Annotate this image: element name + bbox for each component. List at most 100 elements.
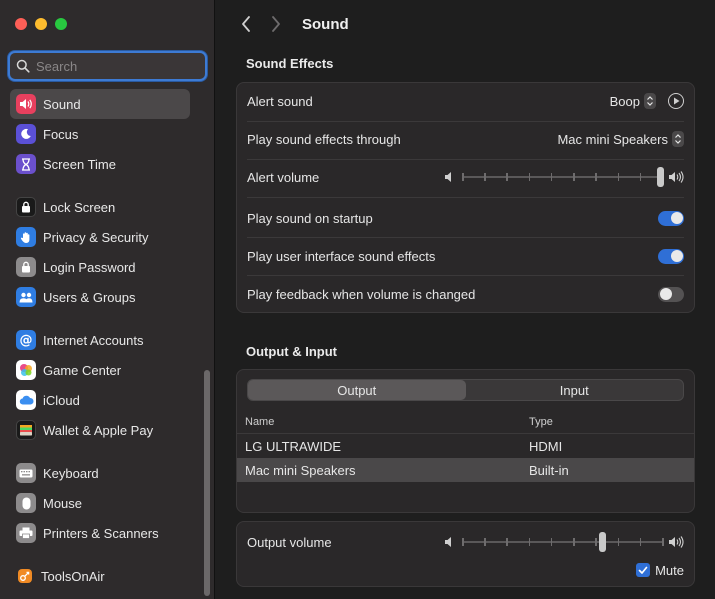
sound-effects-panel: Alert sound Boop Play sound effects thro… bbox=[236, 82, 695, 313]
keyboard-icon bbox=[16, 463, 36, 483]
play-icon bbox=[673, 97, 679, 105]
sidebar-scrollbar[interactable] bbox=[204, 370, 210, 596]
checkmark-icon bbox=[636, 563, 651, 577]
page-title: Sound bbox=[302, 15, 349, 33]
alert-volume-label: Alert volume bbox=[247, 169, 320, 185]
volume-feedback-toggle[interactable] bbox=[658, 286, 684, 302]
output-volume-slider[interactable] bbox=[444, 532, 684, 552]
table-row[interactable]: LG ULTRAWIDE HDMI bbox=[237, 434, 694, 458]
search-icon bbox=[16, 59, 30, 73]
minimize-window-button[interactable] bbox=[35, 18, 47, 30]
sidebar-item-label: Focus bbox=[43, 126, 79, 142]
sound-effects-heading: Sound Effects bbox=[246, 56, 334, 71]
sidebar-item-label: Printers & Scanners bbox=[43, 525, 159, 541]
output-volume-label: Output volume bbox=[247, 534, 332, 550]
toolbar: Sound bbox=[216, 0, 715, 48]
play-through-row: Play sound effects through Mac mini Spea… bbox=[247, 129, 684, 149]
sidebar-item-screen-time[interactable]: Screen Time bbox=[10, 149, 190, 179]
slider-tick bbox=[573, 538, 575, 546]
slider-tick bbox=[462, 538, 464, 546]
sidebar-item-internet-accounts[interactable]: @ Internet Accounts bbox=[10, 325, 190, 355]
slider-thumb[interactable] bbox=[657, 167, 664, 187]
sidebar-item-printers-scanners[interactable]: Printers & Scanners bbox=[10, 518, 190, 548]
alert-volume-row: Alert volume bbox=[247, 166, 684, 188]
device-table: Name Type LG ULTRAWIDE HDMI Mac mini Spe… bbox=[237, 410, 694, 482]
close-window-button[interactable] bbox=[15, 18, 27, 30]
sidebar-item-users-groups[interactable]: Users & Groups bbox=[10, 282, 190, 312]
mute-checkbox[interactable]: Mute bbox=[636, 563, 684, 578]
sidebar-item-game-center[interactable]: Game Center bbox=[10, 355, 190, 385]
sidebar-item-label: Sound bbox=[43, 96, 81, 112]
volume-low-icon bbox=[445, 172, 451, 182]
tab-input[interactable]: Input bbox=[466, 380, 684, 400]
slider-tick bbox=[662, 538, 664, 546]
slider-tick bbox=[550, 173, 553, 181]
device-table-header: Name Type bbox=[237, 410, 694, 434]
name-column-header[interactable]: Name bbox=[237, 416, 529, 428]
main-content: Sound Sound Effects Alert sound Boop Pla… bbox=[216, 0, 715, 599]
sidebar-item-mouse[interactable]: Mouse bbox=[10, 488, 190, 518]
sidebar-item-keyboard[interactable]: Keyboard bbox=[10, 458, 190, 488]
sidebar-item-wallet-apple-pay[interactable]: Wallet & Apple Pay bbox=[10, 415, 190, 445]
slider-tick bbox=[617, 538, 620, 546]
play-through-popup[interactable]: Mac mini Speakers bbox=[557, 131, 684, 147]
slider-tick bbox=[484, 538, 486, 546]
hand-icon bbox=[16, 227, 36, 247]
startup-sound-row: Play sound on startup bbox=[247, 208, 684, 228]
toolsonair-icon bbox=[16, 567, 34, 585]
slider-thumb[interactable] bbox=[598, 532, 606, 552]
cloud-icon bbox=[16, 390, 36, 410]
mute-row: Mute bbox=[247, 561, 684, 579]
ui-sound-effects-toggle[interactable] bbox=[658, 248, 684, 264]
sidebar-item-focus[interactable]: Focus bbox=[10, 119, 190, 149]
output-volume-panel: Output volume Mute bbox=[236, 521, 695, 587]
play-through-label: Play sound effects through bbox=[247, 131, 401, 147]
device-type: HDMI bbox=[529, 438, 563, 454]
sidebar-item-label: Internet Accounts bbox=[43, 332, 144, 348]
sidebar-item-label: Wallet & Apple Pay bbox=[43, 422, 154, 438]
printer-icon bbox=[16, 523, 36, 543]
volume-feedback-label: Play feedback when volume is changed bbox=[247, 286, 476, 302]
slider-tick bbox=[528, 173, 531, 181]
back-button[interactable] bbox=[236, 14, 256, 34]
output-input-segmented-control: Output Input bbox=[247, 379, 684, 401]
slider-tick bbox=[550, 538, 553, 546]
slider-tick bbox=[506, 538, 508, 546]
table-row[interactable]: Mac mini Speakers Built-in bbox=[237, 458, 694, 482]
lock-icon bbox=[16, 257, 36, 277]
sidebar-item-label: Game Center bbox=[43, 362, 122, 378]
alert-volume-slider[interactable] bbox=[444, 167, 684, 187]
startup-sound-label: Play sound on startup bbox=[247, 210, 373, 226]
alert-sound-popup[interactable]: Boop bbox=[610, 93, 684, 109]
sidebar-item-icloud[interactable]: iCloud bbox=[10, 385, 190, 415]
alert-sound-label: Alert sound bbox=[247, 93, 313, 109]
sidebar-item-label: Login Password bbox=[43, 259, 136, 275]
volume-feedback-row: Play feedback when volume is changed bbox=[247, 284, 684, 304]
sidebar-nav: Sound Focus Screen Time Lock Screen Priv… bbox=[10, 89, 190, 591]
slider-tick bbox=[528, 538, 531, 546]
mouse-icon bbox=[16, 493, 36, 513]
chevron-left-icon bbox=[242, 16, 250, 32]
play-alert-button[interactable] bbox=[668, 93, 684, 109]
output-volume-row: Output volume bbox=[247, 531, 684, 553]
sidebar-item-privacy-security[interactable]: Privacy & Security bbox=[10, 222, 190, 252]
sidebar-item-label: Keyboard bbox=[43, 465, 99, 481]
output-input-panel: Output Input Name Type LG ULTRAWIDE HDMI… bbox=[236, 369, 695, 513]
slider-tick bbox=[506, 173, 508, 181]
sidebar-item-toolsonair[interactable]: ToolsOnAir bbox=[10, 561, 190, 591]
tab-output[interactable]: Output bbox=[248, 380, 466, 400]
forward-button[interactable] bbox=[266, 14, 286, 34]
sidebar-item-lock-screen[interactable]: Lock Screen bbox=[10, 192, 190, 222]
zoom-window-button[interactable] bbox=[55, 18, 67, 30]
slider-tick bbox=[484, 173, 486, 181]
search-field[interactable] bbox=[8, 51, 207, 81]
search-input[interactable] bbox=[36, 58, 196, 74]
startup-sound-toggle[interactable] bbox=[658, 210, 684, 226]
type-column-header[interactable]: Type bbox=[529, 416, 694, 428]
sidebar-item-login-password[interactable]: Login Password bbox=[10, 252, 190, 282]
sidebar-item-sound[interactable]: Sound bbox=[10, 89, 190, 119]
slider-tick bbox=[462, 173, 464, 181]
device-name: LG ULTRAWIDE bbox=[245, 438, 342, 454]
window-controls bbox=[15, 18, 67, 30]
ui-sound-effects-label: Play user interface sound effects bbox=[247, 248, 436, 264]
